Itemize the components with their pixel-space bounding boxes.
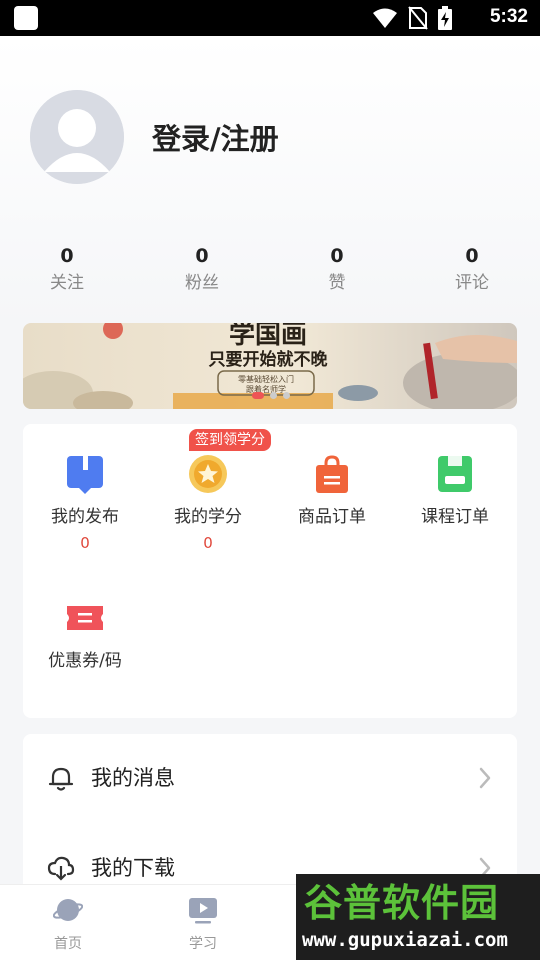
coupons-button[interactable]: 优惠券/码: [23, 598, 147, 672]
banner-dot: [283, 392, 290, 399]
product-orders-button[interactable]: 商品订单: [270, 454, 394, 528]
my-credits-count: 0: [203, 534, 213, 552]
shopping-bag-icon: [312, 454, 352, 494]
avatar[interactable]: [30, 90, 124, 184]
tab-label: 首页: [54, 936, 82, 952]
stat-label: 评论: [455, 273, 489, 293]
banner-subtitle: 只要开始就不晚: [209, 349, 328, 370]
bell-icon: [48, 767, 74, 791]
watermark-url: www.gupuxiazai.com: [302, 929, 508, 951]
menu-list: 我的消息 我的下载: [23, 734, 517, 894]
banner-dot: [270, 392, 277, 399]
login-register-link[interactable]: 登录/注册: [152, 116, 279, 158]
stat-value: 0: [465, 245, 479, 267]
menu-item-label: 我的下载: [91, 856, 175, 880]
cloud-download-icon: [47, 856, 75, 881]
status-icons: [372, 6, 452, 30]
banner-dot-active: [252, 392, 264, 399]
tab-label: 学习: [189, 936, 217, 952]
menu-item-label: 我的消息: [91, 766, 175, 790]
stat-label: 赞: [328, 273, 346, 293]
stat-followers[interactable]: 0 粉丝: [152, 244, 252, 294]
course-orders-button[interactable]: 课程订单: [393, 454, 517, 528]
course-order-icon: [435, 454, 475, 494]
signin-credits-badge[interactable]: 签到领学分: [189, 429, 271, 451]
coupon-icon: [65, 598, 105, 638]
status-time: 5:32: [489, 6, 528, 27]
menu-item-messages[interactable]: 我的消息: [23, 748, 517, 808]
app-notification-icon: [14, 6, 38, 30]
coupons-label: 优惠券/码: [48, 651, 122, 671]
watermark-title: 谷普软件园: [304, 881, 500, 925]
tab-home[interactable]: 首页: [28, 895, 108, 953]
status-bar: 5:32: [0, 0, 540, 36]
course-orders-label: 课程订单: [421, 507, 489, 527]
my-posts-count: 0: [80, 534, 90, 552]
stat-following[interactable]: 0 关注: [17, 244, 117, 294]
watermark-logo: 谷普软件园 www.gupuxiazai.com: [296, 874, 540, 960]
planet-icon: [52, 899, 84, 921]
default-avatar-icon: [30, 90, 124, 184]
stat-value: 0: [60, 245, 74, 267]
tab-study[interactable]: 学习: [163, 895, 243, 953]
stat-value: 0: [195, 245, 209, 267]
banner-caption-1: 零基础轻松入门: [238, 374, 294, 384]
publish-icon: [65, 454, 105, 494]
stat-comments[interactable]: 0 评论: [422, 244, 522, 294]
chevron-right-icon: [479, 767, 491, 789]
banner-indicator: [252, 392, 290, 399]
my-credits-button[interactable]: 我的学分 0: [146, 454, 270, 552]
my-credits-label: 我的学分: [174, 507, 242, 527]
credit-star-icon: [188, 454, 228, 494]
stat-likes[interactable]: 0 赞: [287, 244, 387, 294]
features-card: 我的发布 0 我的学分 0 商品订单 课程订单 优惠券/码: [23, 424, 517, 718]
stats-row: 0 关注 0 粉丝 0 赞 0 评论: [0, 244, 540, 300]
battery-charging-icon: [438, 6, 452, 30]
my-posts-label: 我的发布: [51, 507, 119, 527]
stat-label: 粉丝: [185, 273, 219, 293]
no-sim-icon: [408, 6, 428, 30]
wifi-icon: [373, 8, 397, 28]
stat-value: 0: [330, 245, 344, 267]
my-posts-button[interactable]: 我的发布 0: [23, 454, 147, 552]
play-icon: [189, 898, 217, 924]
product-orders-label: 商品订单: [298, 507, 366, 527]
stat-label: 关注: [50, 273, 84, 293]
banner-title: 学国画: [229, 323, 307, 350]
